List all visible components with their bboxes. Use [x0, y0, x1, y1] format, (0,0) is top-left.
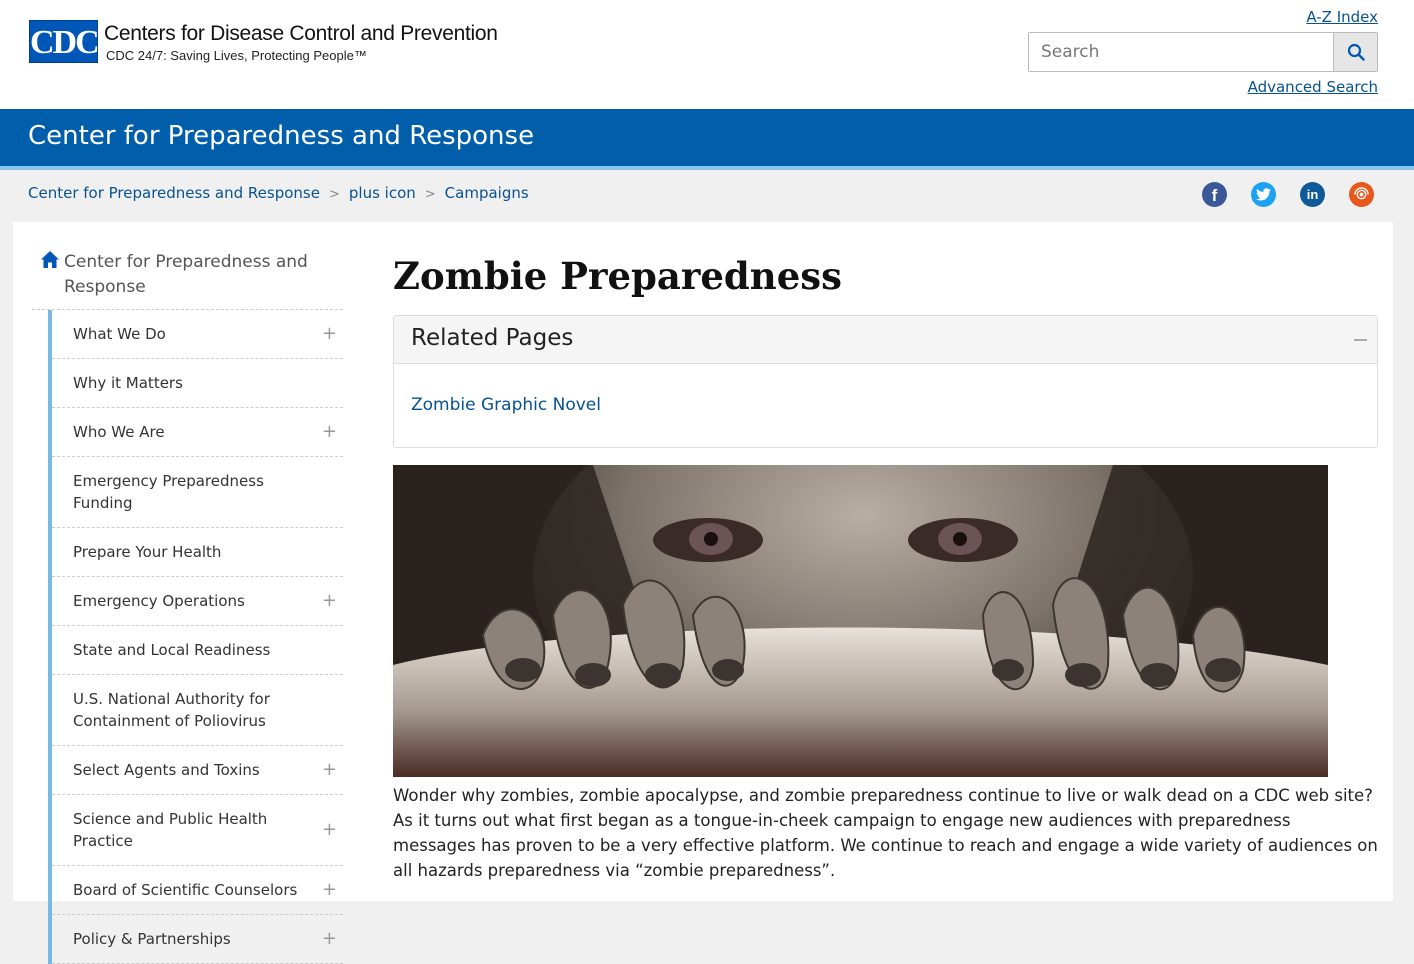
breadcrumb-separator: >: [328, 187, 340, 202]
sidebar-item-who-we-are[interactable]: Who We Are +: [52, 408, 343, 457]
breadcrumb-separator: >: [424, 187, 436, 202]
sidebar-item-why-it-matters[interactable]: Why it Matters: [52, 359, 343, 408]
plus-icon[interactable]: +: [322, 879, 337, 901]
search-box: [1028, 32, 1378, 72]
plus-icon[interactable]: +: [322, 590, 337, 612]
az-index-link[interactable]: A-Z Index: [1306, 8, 1378, 26]
syndicate-icon[interactable]: [1349, 182, 1374, 207]
plus-icon[interactable]: +: [322, 759, 337, 781]
plus-icon[interactable]: +: [322, 323, 337, 345]
sidebar-item-select-agents[interactable]: Select Agents and Toxins +: [52, 746, 343, 795]
linkedin-icon[interactable]: in: [1300, 182, 1325, 207]
twitter-icon[interactable]: [1251, 182, 1276, 207]
nav-home-label[interactable]: Center for Preparedness and Response: [64, 250, 324, 300]
breadcrumb-item-campaigns[interactable]: Campaigns: [445, 184, 529, 202]
cdc-logo[interactable]: CDC: [29, 20, 100, 63]
search-icon: [1347, 43, 1365, 61]
site-bar-underline: [0, 166, 1414, 170]
related-pages-header[interactable]: Related Pages: [394, 316, 1377, 364]
hero-image: [393, 465, 1328, 777]
site-title[interactable]: Center for Preparedness and Response: [28, 121, 534, 151]
collapse-icon[interactable]: [1354, 339, 1367, 341]
plus-icon[interactable]: +: [322, 928, 337, 950]
home-icon: [41, 251, 59, 268]
intro-paragraph: Wonder why zombies, zombie apocalypse, a…: [393, 786, 1378, 880]
plus-icon[interactable]: +: [322, 819, 337, 841]
org-name[interactable]: Centers for Disease Control and Preventi…: [104, 22, 498, 46]
breadcrumb-item-plus-icon[interactable]: plus icon: [349, 184, 416, 202]
sidebar-item-science-practice[interactable]: Science and Public Health Practice +: [52, 795, 343, 866]
plus-icon[interactable]: +: [322, 421, 337, 443]
search-input[interactable]: [1029, 33, 1334, 71]
zombie-illustration: [393, 465, 1328, 777]
site-title-bar: Center for Preparedness and Response: [0, 109, 1414, 166]
sidebar-item-state-local-readiness[interactable]: State and Local Readiness: [52, 626, 343, 675]
facebook-icon[interactable]: f: [1202, 182, 1227, 207]
site-header: CDC Centers for Disease Control and Prev…: [0, 0, 1414, 109]
breadcrumb: Center for Preparedness and Response > plu…: [28, 184, 529, 202]
sidebar-item-prepare-your-health[interactable]: Prepare Your Health: [52, 528, 343, 577]
search-button[interactable]: [1333, 33, 1377, 71]
sidebar-item-policy-partnerships[interactable]: Policy & Partnerships +: [52, 915, 343, 964]
page-title: Zombie Preparedness: [393, 254, 842, 298]
sidebar-item-emergency-operations[interactable]: Emergency Operations +: [52, 577, 343, 626]
sidebar-item-emergency-preparedness-funding[interactable]: Emergency Preparedness Funding: [52, 457, 343, 528]
sidebar-item-poliovirus[interactable]: U.S. National Authority for Containment …: [52, 675, 343, 746]
related-link-zombie-novel[interactable]: Zombie Graphic Novel: [411, 395, 601, 415]
sidebar-item-what-we-do[interactable]: What We Do +: [52, 310, 343, 359]
sidebar-item-board-counselors[interactable]: Board of Scientific Counselors +: [52, 866, 343, 915]
sidebar-nav: What We Do + Why it Matters Who We Are + E…: [48, 310, 343, 964]
related-pages-title: Related Pages: [411, 325, 574, 351]
related-pages-box: Related Pages Zombie Graphic Novel: [393, 315, 1378, 448]
breadcrumb-item-cpr[interactable]: Center for Preparedness and Response: [28, 184, 320, 202]
advanced-search-link[interactable]: Advanced Search: [1248, 78, 1378, 96]
org-tagline: CDC 24/7: Saving Lives, Protecting Peopl…: [106, 48, 367, 63]
